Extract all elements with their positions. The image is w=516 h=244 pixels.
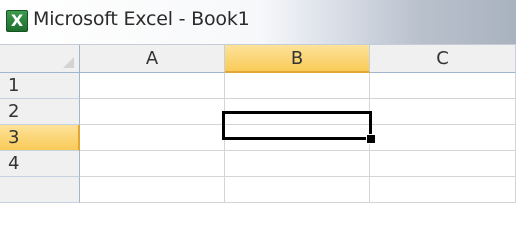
row-header-4[interactable]: 4: [0, 151, 80, 177]
cell-a2[interactable]: [80, 99, 225, 125]
title-bar[interactable]: X Microsoft Excel - Book1: [0, 0, 516, 45]
cell-c2[interactable]: [370, 99, 516, 125]
select-all-button[interactable]: [0, 45, 80, 73]
cell-c1[interactable]: [370, 73, 516, 99]
cell-b4[interactable]: [225, 151, 370, 177]
window-title: Microsoft Excel - Book1: [33, 8, 250, 30]
spreadsheet-grid: A B C 1 2 3 4: [0, 45, 516, 244]
column-header-c[interactable]: C: [370, 45, 516, 73]
row-header-3[interactable]: 3: [0, 125, 80, 151]
fill-handle[interactable]: [366, 134, 376, 144]
column-header-a[interactable]: A: [80, 45, 225, 73]
cell-a5[interactable]: [80, 177, 225, 203]
cell-c5[interactable]: [370, 177, 516, 203]
cell-a4[interactable]: [80, 151, 225, 177]
row-header-2[interactable]: 2: [0, 99, 80, 125]
excel-window: X Microsoft Excel - Book1 A B C 1 2 3 4: [0, 0, 516, 244]
cell-c4[interactable]: [370, 151, 516, 177]
row-header-1[interactable]: 1: [0, 73, 80, 99]
excel-icon-letter: X: [10, 11, 24, 30]
cell-a3[interactable]: [80, 125, 225, 151]
cell-b1[interactable]: [225, 73, 370, 99]
select-all-triangle-icon: [63, 57, 74, 68]
excel-icon[interactable]: X: [6, 10, 28, 32]
active-cell-selection[interactable]: [222, 111, 372, 140]
row-header-5[interactable]: [0, 177, 80, 203]
cell-c3[interactable]: [370, 125, 516, 151]
cell-b5[interactable]: [225, 177, 370, 203]
column-header-b[interactable]: B: [225, 45, 370, 73]
cell-a1[interactable]: [80, 73, 225, 99]
